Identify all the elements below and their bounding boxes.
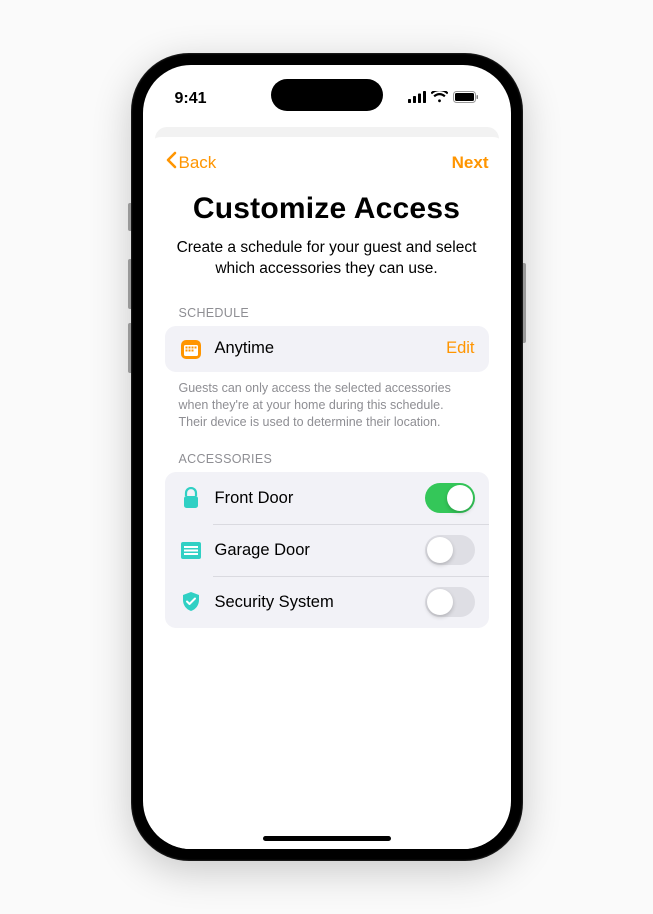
- accessory-label: Security System: [215, 593, 413, 612]
- modal-sheet: Back Next Customize Access Create a sche…: [149, 137, 505, 849]
- chevron-left-icon: [165, 151, 177, 174]
- dynamic-island: [271, 79, 383, 111]
- schedule-edit-button[interactable]: Edit: [446, 339, 474, 358]
- accessory-toggle-garage-door[interactable]: [425, 535, 475, 565]
- home-indicator[interactable]: [263, 836, 391, 841]
- page-subtitle: Create a schedule for your guest and sel…: [165, 238, 489, 280]
- page-title: Customize Access: [165, 192, 489, 226]
- cellular-icon: [408, 90, 426, 108]
- schedule-value: Anytime: [215, 339, 435, 358]
- calendar-icon: [179, 337, 203, 361]
- schedule-card: Anytime Edit: [165, 326, 489, 372]
- accessory-row-front-door: Front Door: [165, 472, 489, 524]
- back-label: Back: [179, 153, 217, 173]
- wifi-icon: [431, 90, 448, 108]
- shield-check-icon: [179, 590, 203, 614]
- accessory-row-garage-door: Garage Door: [165, 524, 489, 576]
- accessories-card: Front Door Garage Door Security System: [165, 472, 489, 628]
- accessories-section-header: ACCESSORIES: [179, 452, 489, 466]
- accessory-row-security-system: Security System: [165, 576, 489, 628]
- next-button[interactable]: Next: [452, 153, 489, 173]
- status-time: 9:41: [175, 90, 207, 108]
- accessory-label: Front Door: [215, 489, 413, 508]
- accessory-label: Garage Door: [215, 541, 413, 560]
- accessory-toggle-security-system[interactable]: [425, 587, 475, 617]
- schedule-section-header: SCHEDULE: [179, 306, 489, 320]
- accessory-toggle-front-door[interactable]: [425, 483, 475, 513]
- screen: 9:41 Back: [143, 65, 511, 849]
- phone-side-buttons-right: [523, 263, 526, 343]
- lock-icon: [179, 486, 203, 510]
- garage-icon: [179, 538, 203, 562]
- battery-icon: [453, 90, 479, 108]
- phone-frame: 9:41 Back: [131, 53, 523, 861]
- phone-side-buttons-left: [128, 203, 131, 387]
- back-button[interactable]: Back: [165, 151, 217, 174]
- schedule-footer-note: Guests can only access the selected acce…: [179, 380, 475, 431]
- schedule-row[interactable]: Anytime Edit: [165, 326, 489, 372]
- nav-bar: Back Next: [165, 151, 489, 174]
